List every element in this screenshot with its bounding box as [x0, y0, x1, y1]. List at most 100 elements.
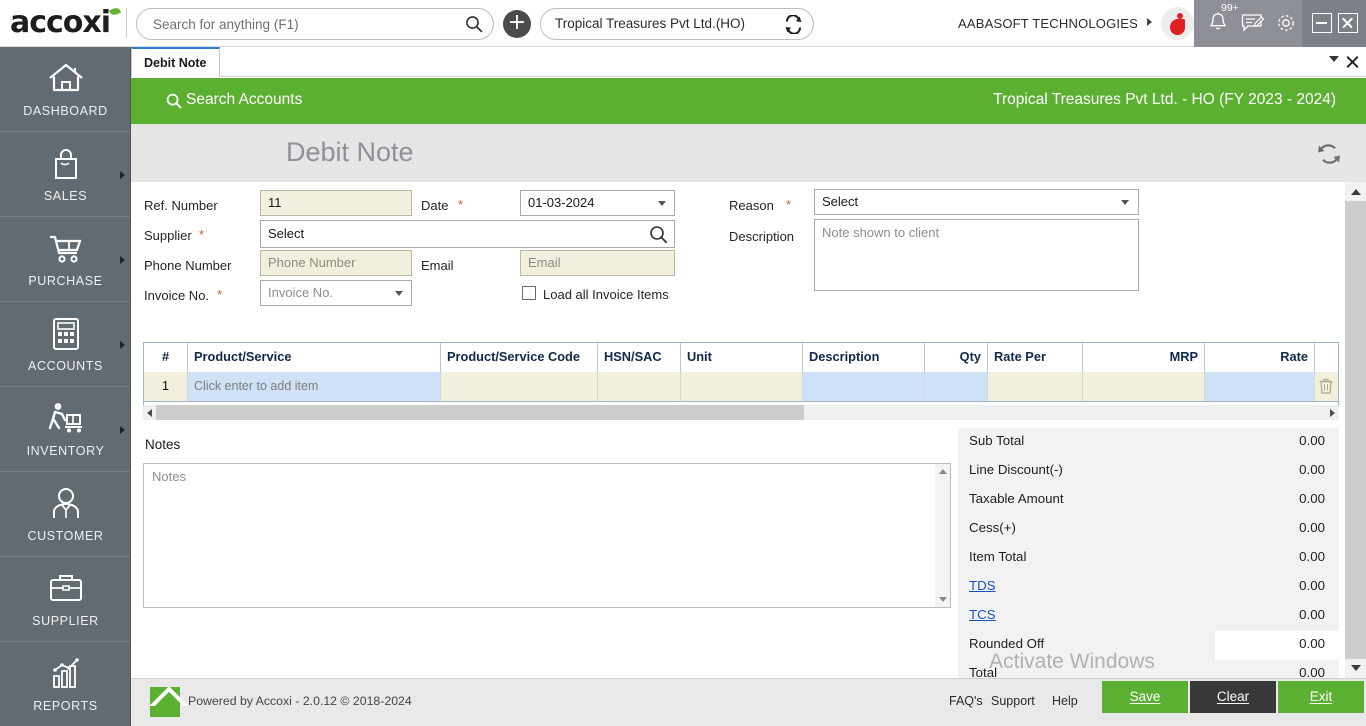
sidebar-item-label: SALES: [0, 189, 131, 203]
cell-product[interactable]: Click enter to add item: [188, 372, 441, 401]
load-all-invoice-items-checkbox[interactable]: [522, 286, 536, 300]
sidebar-item-dashboard[interactable]: DASHBOARD: [0, 47, 131, 132]
refresh-icon[interactable]: [1315, 140, 1343, 173]
cell-mrp[interactable]: [1083, 372, 1205, 401]
sidebar-item-purchase[interactable]: PURCHASE: [0, 217, 131, 302]
supplier-search-icon[interactable]: [649, 225, 668, 253]
sidebar-item-accounts[interactable]: ACCOUNTS: [0, 302, 131, 387]
chevron-down-icon[interactable]: [1121, 200, 1129, 205]
sidebar-item-reports[interactable]: REPORTS: [0, 642, 131, 726]
global-search[interactable]: [136, 8, 494, 40]
avatar[interactable]: [1161, 7, 1194, 40]
scroll-up-button[interactable]: [1345, 182, 1366, 201]
help-link[interactable]: Help: [1052, 694, 1078, 708]
chevron-down-icon[interactable]: [658, 201, 666, 206]
chevron-down-icon[interactable]: [395, 291, 403, 296]
cell-rate[interactable]: [1205, 372, 1315, 401]
cell-hsn-sac[interactable]: [598, 372, 681, 401]
logo-divider: [126, 8, 127, 38]
scroll-down-button[interactable]: [1345, 659, 1366, 678]
tab-debit-note[interactable]: Debit Note: [131, 47, 220, 77]
sidebar-item-label: DASHBOARD: [0, 104, 131, 118]
column-header-hsn-sac: HSN/SAC: [598, 343, 681, 372]
sidebar-item-supplier[interactable]: SUPPLIER: [0, 557, 131, 642]
reason-value: Select: [822, 194, 858, 209]
sidebar-item-sales[interactable]: SALES: [0, 132, 131, 217]
tab-label: Debit Note: [144, 56, 207, 70]
search-accounts-icon[interactable]: [166, 93, 182, 114]
date-required-marker: *: [458, 197, 463, 212]
column-header-unit: Unit: [681, 343, 803, 372]
save-button[interactable]: Save: [1102, 681, 1188, 713]
expand-arrow-icon[interactable]: [120, 256, 125, 264]
description-placeholder: Note shown to client: [822, 225, 939, 240]
description-field[interactable]: Note shown to client: [814, 219, 1139, 291]
cell-description[interactable]: [803, 372, 925, 401]
totals-row-tds[interactable]: TDS 0.00: [958, 573, 1339, 602]
totals-row-taxable-amount: Taxable Amount 0.00: [958, 486, 1339, 515]
table-row[interactable]: 1 Click enter to add item: [144, 372, 1338, 401]
chevron-down-icon[interactable]: [1329, 56, 1339, 62]
cell-unit[interactable]: [681, 372, 803, 401]
bell-icon[interactable]: [1208, 11, 1228, 38]
totals-row-tcs[interactable]: TCS 0.00: [958, 602, 1339, 631]
sidebar-item-inventory[interactable]: INVENTORY: [0, 387, 131, 472]
ref-number-field[interactable]: 11: [260, 190, 412, 216]
switch-branch-icon[interactable]: [784, 15, 803, 39]
expand-arrow-icon[interactable]: [120, 171, 125, 179]
page-title: Debit Note: [286, 137, 414, 168]
plus-icon: +: [508, 10, 526, 35]
date-value: 01-03-2024: [528, 195, 595, 210]
date-field[interactable]: 01-03-2024: [520, 190, 675, 216]
faqs-link[interactable]: FAQ's: [949, 694, 983, 708]
phone-number-placeholder: Phone Number: [268, 255, 355, 270]
scroll-down-arrow-icon[interactable]: [939, 597, 947, 602]
phone-number-field[interactable]: Phone Number: [260, 250, 412, 276]
totals-row-line-discount: Line Discount(-) 0.00: [958, 457, 1339, 486]
page-vertical-scrollbar[interactable]: [1345, 182, 1366, 678]
reason-field[interactable]: Select: [814, 189, 1139, 215]
sidebar-item-label: SUPPLIER: [0, 614, 131, 628]
gear-icon[interactable]: [1275, 12, 1297, 39]
email-field[interactable]: Email: [520, 250, 675, 276]
cell-qty[interactable]: [925, 372, 988, 401]
column-header-rate: Rate: [1205, 343, 1315, 372]
sidebar-item-label: REPORTS: [0, 699, 131, 713]
tcs-link[interactable]: TCS: [969, 607, 996, 622]
scroll-left-arrow-icon[interactable]: [147, 409, 152, 417]
clear-label: Clear: [1217, 689, 1249, 704]
company-menu-arrow-icon[interactable]: [1147, 18, 1152, 26]
minimize-button[interactable]: [1312, 13, 1332, 33]
scroll-right-arrow-icon[interactable]: [1330, 409, 1335, 417]
totals-value: 0.00: [1299, 549, 1325, 564]
horizontal-scroll-thumb[interactable]: [156, 405, 804, 420]
clear-button[interactable]: Clear: [1190, 681, 1276, 713]
close-button[interactable]: [1338, 13, 1358, 33]
invoice-no-field[interactable]: Invoice No.: [260, 280, 412, 306]
add-new-button[interactable]: +: [503, 10, 531, 38]
totals-value: 0.00: [1299, 636, 1325, 651]
branch-selector[interactable]: Tropical Treasures Pvt Ltd.(HO): [540, 8, 814, 40]
expand-arrow-icon[interactable]: [120, 426, 125, 434]
ref-number-value: 11: [268, 195, 282, 210]
window-controls: [1302, 0, 1366, 47]
tds-link[interactable]: TDS: [969, 578, 996, 593]
close-icon[interactable]: [1346, 55, 1359, 68]
cell-rate-per[interactable]: [988, 372, 1083, 401]
expand-arrow-icon[interactable]: [120, 341, 125, 349]
notification-badge: 99+: [1221, 2, 1239, 14]
notes-field[interactable]: Notes: [143, 463, 951, 608]
exit-button[interactable]: Exit: [1278, 681, 1364, 713]
search-accounts-label[interactable]: Search Accounts: [186, 91, 302, 109]
support-link[interactable]: Support: [991, 694, 1035, 708]
message-icon[interactable]: [1241, 13, 1265, 38]
scroll-up-arrow-icon[interactable]: [939, 469, 947, 474]
sidebar-item-customer[interactable]: CUSTOMER: [0, 472, 131, 557]
company-name[interactable]: AABASOFT TECHNOLOGIES: [958, 16, 1138, 31]
trash-icon[interactable]: [1318, 377, 1334, 401]
notes-scrollbar[interactable]: [935, 464, 950, 607]
items-table-horizontal-scrollbar[interactable]: [143, 405, 1339, 420]
search-input[interactable]: [151, 9, 451, 39]
cell-product-code[interactable]: [441, 372, 598, 401]
supplier-field[interactable]: Select: [260, 220, 675, 248]
